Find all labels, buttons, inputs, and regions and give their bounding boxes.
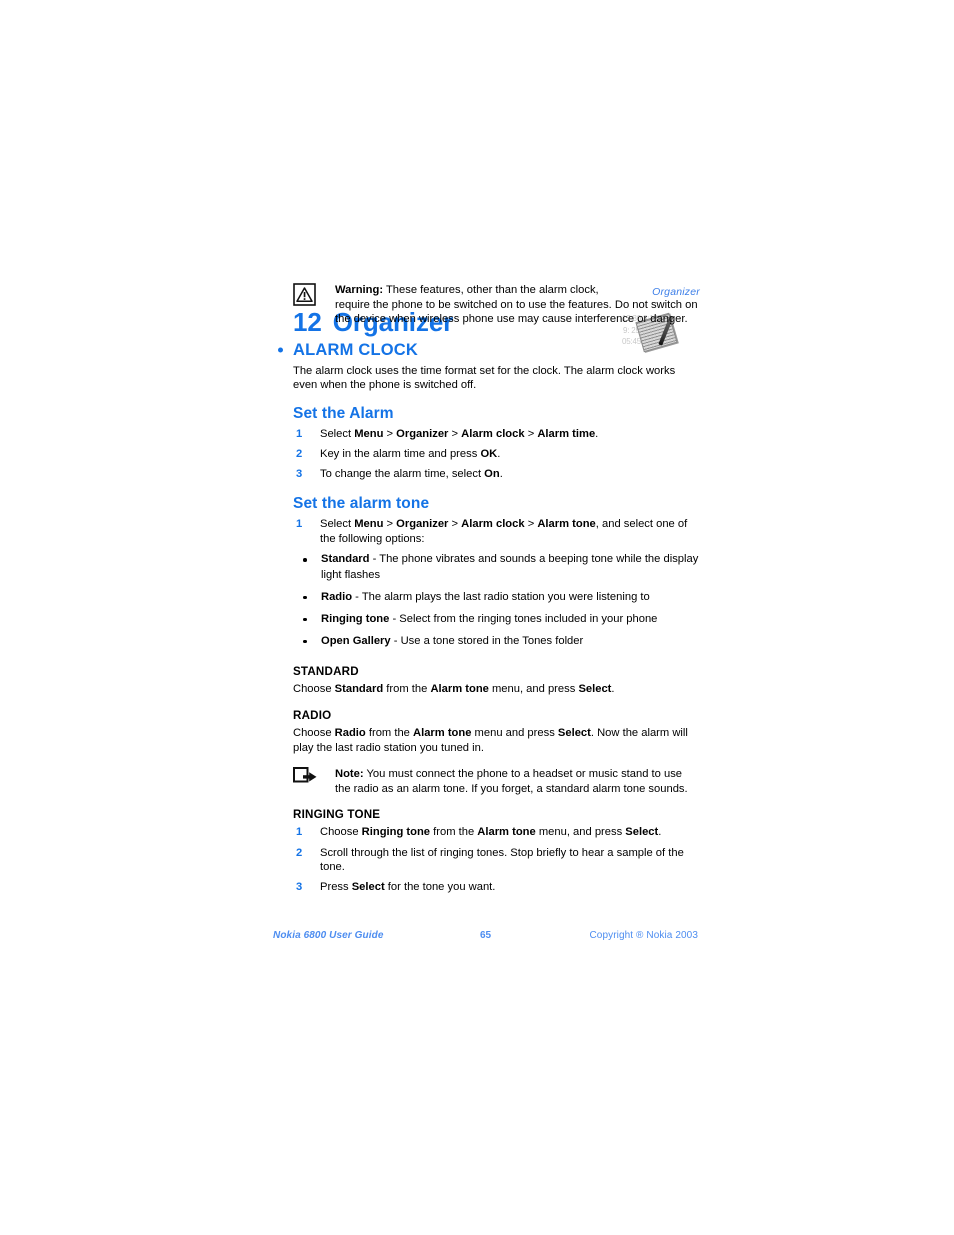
warning-callout: Warning: These features, other than the … [293, 283, 700, 327]
alarm-clock-intro: The alarm clock uses the time format set… [293, 364, 676, 392]
ui-term: Open Gallery [321, 634, 391, 647]
list-item: 2 Scroll through the list of ringing tone… [296, 846, 684, 874]
note-callout: Note: You must connect the phone to a he… [293, 767, 700, 796]
step-number: 2 [296, 846, 303, 859]
warning-triangle-icon [293, 283, 316, 306]
set-the-alarm-steps: 1 Select Menu > Organizer > Alarm clock >… [293, 427, 700, 482]
ui-term: Select [578, 683, 612, 696]
ui-term: Standard [334, 683, 384, 696]
warning-label: Warning: [335, 284, 384, 296]
list-item: Open Gallery - Use a tone stored in the … [293, 634, 700, 649]
ui-term: Ringing tone [321, 612, 390, 625]
bullet-icon [303, 639, 307, 644]
ui-term: Organizer [396, 518, 449, 531]
set-the-alarm-tone-steps: 1 Select Menu > Organizer > Alarm clock >… [293, 517, 700, 546]
list-item: 3 Press Select for the tone you want. [296, 881, 496, 894]
step-number: 2 [296, 448, 303, 461]
list-item: Ringing tone - Select from the ringing t… [293, 612, 700, 627]
ui-term: Menu [354, 427, 384, 440]
warning-line-3: the device when wireless phone use may c… [335, 313, 688, 326]
note-text: Note: You must connect the phone to a he… [335, 767, 700, 796]
ringing-tone-steps: 1 Choose Ringing tone from the Alarm tone… [293, 825, 700, 894]
list-item: 1 Select Menu > Organizer > Alarm clock >… [296, 518, 688, 545]
bullet-icon [303, 595, 307, 600]
subsection-heading-standard: STANDARD [293, 665, 359, 679]
alarm-tone-options-list: Standard - The phone vibrates and sounds… [293, 552, 700, 649]
ui-term: Select [557, 727, 591, 740]
ui-term: Ringing tone [361, 826, 431, 839]
ui-term: Alarm tone [477, 826, 536, 839]
ui-term: Standard [321, 553, 370, 566]
list-item: 2 Key in the alarm time and press OK. [296, 448, 501, 461]
ui-term: Alarm tone [430, 683, 489, 696]
subsection-heading-ringing-tone: RINGING TONE [293, 808, 381, 822]
list-item: 1 Choose Ringing tone from the Alarm tone… [296, 826, 662, 839]
standard-paragraph: Choose Standard from the Alarm tone menu… [293, 683, 615, 696]
ui-term: Organizer [396, 427, 449, 440]
step-number: 3 [296, 468, 303, 481]
ui-term: Radio [321, 590, 353, 603]
note-label: Note: [335, 768, 364, 781]
warning-line-2: require the phone to be switched on to u… [335, 298, 698, 311]
ui-term: Alarm clock [461, 518, 525, 531]
document-page: Organizer 12Organizer 12:30 8:15am 9: 25… [0, 0, 954, 1235]
radio-paragraph: Choose Radio from the Alarm tone menu an… [293, 727, 688, 754]
list-item: Standard - The phone vibrates and sounds… [293, 552, 700, 583]
warning-text: Warning: These features, other than the … [335, 283, 700, 327]
section-heading-alarm-clock: ALARM CLOCK [278, 340, 700, 360]
list-item: 1 Select Menu > Organizer > Alarm clock >… [296, 427, 599, 440]
section-bullet-icon [278, 347, 283, 353]
note-body-text: You must connect the phone to a headset … [335, 768, 688, 795]
step-number: 1 [296, 427, 303, 440]
ui-term: Select [351, 881, 385, 894]
subsection-heading-set-the-alarm: Set the Alarm [293, 404, 394, 422]
ui-term: Alarm time [537, 427, 596, 440]
bullet-icon [303, 558, 307, 563]
ui-term: OK [480, 448, 498, 461]
ui-term: Alarm tone [413, 727, 472, 740]
section-heading-text: ALARM CLOCK [293, 340, 419, 359]
step-number: 1 [296, 518, 303, 531]
warning-line-1: These features, other than the alarm clo… [383, 284, 599, 296]
list-item: 3 To change the alarm time, select On. [296, 468, 503, 481]
subsection-heading-radio: RADIO [293, 709, 332, 723]
step-number: 3 [296, 881, 303, 894]
step-number: 1 [296, 826, 303, 839]
footer-copyright: Copyright ® Nokia 2003 [589, 930, 698, 941]
note-arrow-icon [293, 767, 318, 784]
ui-term: Select [625, 826, 659, 839]
ui-term: On [484, 468, 500, 481]
ui-term: Radio [334, 727, 366, 740]
list-item: Radio - The alarm plays the last radio s… [293, 590, 700, 605]
subsection-heading-set-the-alarm-tone: Set the alarm tone [293, 495, 430, 513]
ui-term: Menu [354, 518, 384, 531]
bullet-icon [303, 617, 307, 622]
ui-term: Alarm clock [461, 427, 525, 440]
ui-term: Alarm tone [537, 518, 596, 531]
